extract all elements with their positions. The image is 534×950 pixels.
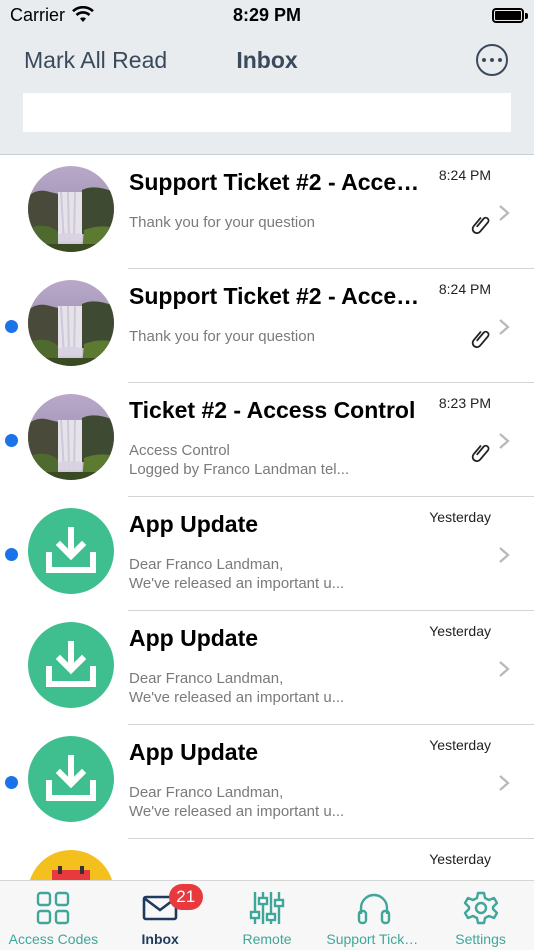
message-preview: Thank you for your question [129, 327, 379, 346]
message-time: Yesterday [429, 737, 491, 753]
chevron-right-icon [498, 546, 510, 564]
headphones-icon [356, 890, 392, 926]
page-title: Inbox [236, 47, 298, 73]
unread-indicator [5, 548, 18, 561]
tab-label: Remote [242, 931, 292, 947]
tab-grid[interactable]: Access Codes [0, 881, 107, 950]
tab-label: Inbox [141, 931, 179, 947]
tab-gear[interactable]: Settings [427, 881, 534, 950]
unread-indicator [5, 776, 18, 789]
message-preview-line: Logged by Franco Landman tel... [129, 461, 350, 478]
status-bar: Carrier 8:29 PM [0, 0, 534, 32]
tab-mail[interactable]: 21 Inbox [107, 881, 214, 950]
paperclip-icon [470, 213, 492, 235]
calendar-icon [28, 850, 114, 880]
tab-bar: Access Codes 21 Inbox Remote Support Tickets… [0, 880, 534, 950]
message-preview: Dear Franco Landman, We've released an i… [129, 783, 379, 821]
message-time: Yesterday [429, 851, 491, 867]
message-preview-line: Access Control [129, 442, 230, 459]
avatar [28, 166, 114, 252]
tab-label: Support Tickets [326, 931, 423, 947]
message-preview-line: Dear Franco Landman, [129, 670, 284, 687]
message-preview: Dear Franco Landman, We've released an i… [129, 555, 379, 593]
message-preview-line: Thank you for your question [129, 214, 315, 231]
message-title: App Update [129, 625, 259, 651]
message-preview: Access Control Logged by Franco Landman … [129, 441, 379, 479]
message-row[interactable]: App Update Yesterday Dear Franco Landman,… [0, 611, 534, 725]
battery-nub [525, 13, 528, 19]
unread-count-badge: 21 [168, 884, 203, 910]
tab-headphones[interactable]: Support Tickets [320, 881, 427, 950]
unread-indicator [5, 434, 18, 447]
message-time: Yesterday [429, 509, 491, 525]
message-preview: Thank you for your question [129, 213, 379, 232]
message-preview-line: We've released an important u... [129, 689, 345, 706]
message-row[interactable]: App Update Yesterday Dear Franco Landman,… [0, 497, 534, 611]
message-title: Support Ticket #2 - Access Control [129, 169, 429, 195]
download-icon [28, 736, 114, 822]
message-preview-line: We've released an important u... [129, 575, 345, 592]
chevron-right-icon [498, 660, 510, 678]
chevron-right-icon [498, 204, 510, 222]
message-preview-line: We've released an important u... [129, 803, 345, 820]
battery-icon [492, 8, 524, 23]
gear-icon [463, 890, 499, 926]
message-time: Yesterday [429, 623, 491, 639]
message-time: 8:24 PM [438, 281, 491, 297]
unread-indicator [5, 320, 18, 333]
chevron-right-icon [498, 432, 510, 450]
message-time: 8:24 PM [438, 167, 491, 183]
message-title: App Update [129, 739, 259, 765]
paperclip-icon [470, 441, 492, 463]
status-time: 8:29 PM [232, 5, 302, 25]
message-row[interactable]: Support Ticket #2 - Access Control 8:24 P… [0, 155, 534, 269]
message-row[interactable]: App Update Yesterday Dear Franco Landman,… [0, 725, 534, 839]
message-time: 8:23 PM [438, 395, 491, 411]
tab-sliders[interactable]: Remote [214, 881, 321, 950]
message-title: Support Ticket #2 - Access Control [129, 283, 429, 309]
avatar [28, 280, 114, 366]
message-row[interactable]: Ticket #2 - Access Control 8:23 PM Access… [0, 383, 534, 497]
paperclip-icon [470, 327, 492, 349]
avatar [28, 394, 114, 480]
message-list[interactable]: Support Ticket #2 - Access Control 8:24 P… [0, 155, 534, 880]
message-preview-line: Dear Franco Landman, [129, 556, 284, 573]
message-title: App Update [129, 511, 259, 537]
message-preview-line: Dear Franco Landman, [129, 784, 284, 801]
navigation-bar: Mark All Read Inbox [0, 32, 534, 155]
download-icon [28, 622, 114, 708]
download-icon [28, 508, 114, 594]
tab-label: Settings [455, 931, 506, 947]
chevron-right-icon [498, 318, 510, 336]
sliders-icon [249, 890, 285, 926]
message-row[interactable]: Yesterday [0, 839, 534, 880]
message-row[interactable]: Support Ticket #2 - Access Control 8:24 P… [0, 269, 534, 383]
tab-label: Access Codes [8, 931, 99, 947]
message-preview-line: Thank you for your question [129, 328, 315, 345]
more-options-icon[interactable] [476, 44, 508, 76]
message-preview: Dear Franco Landman, We've released an i… [129, 669, 379, 707]
grid-icon [35, 890, 71, 926]
search-input[interactable] [23, 93, 511, 132]
message-title: Ticket #2 - Access Control [129, 397, 416, 423]
chevron-right-icon [498, 774, 510, 792]
